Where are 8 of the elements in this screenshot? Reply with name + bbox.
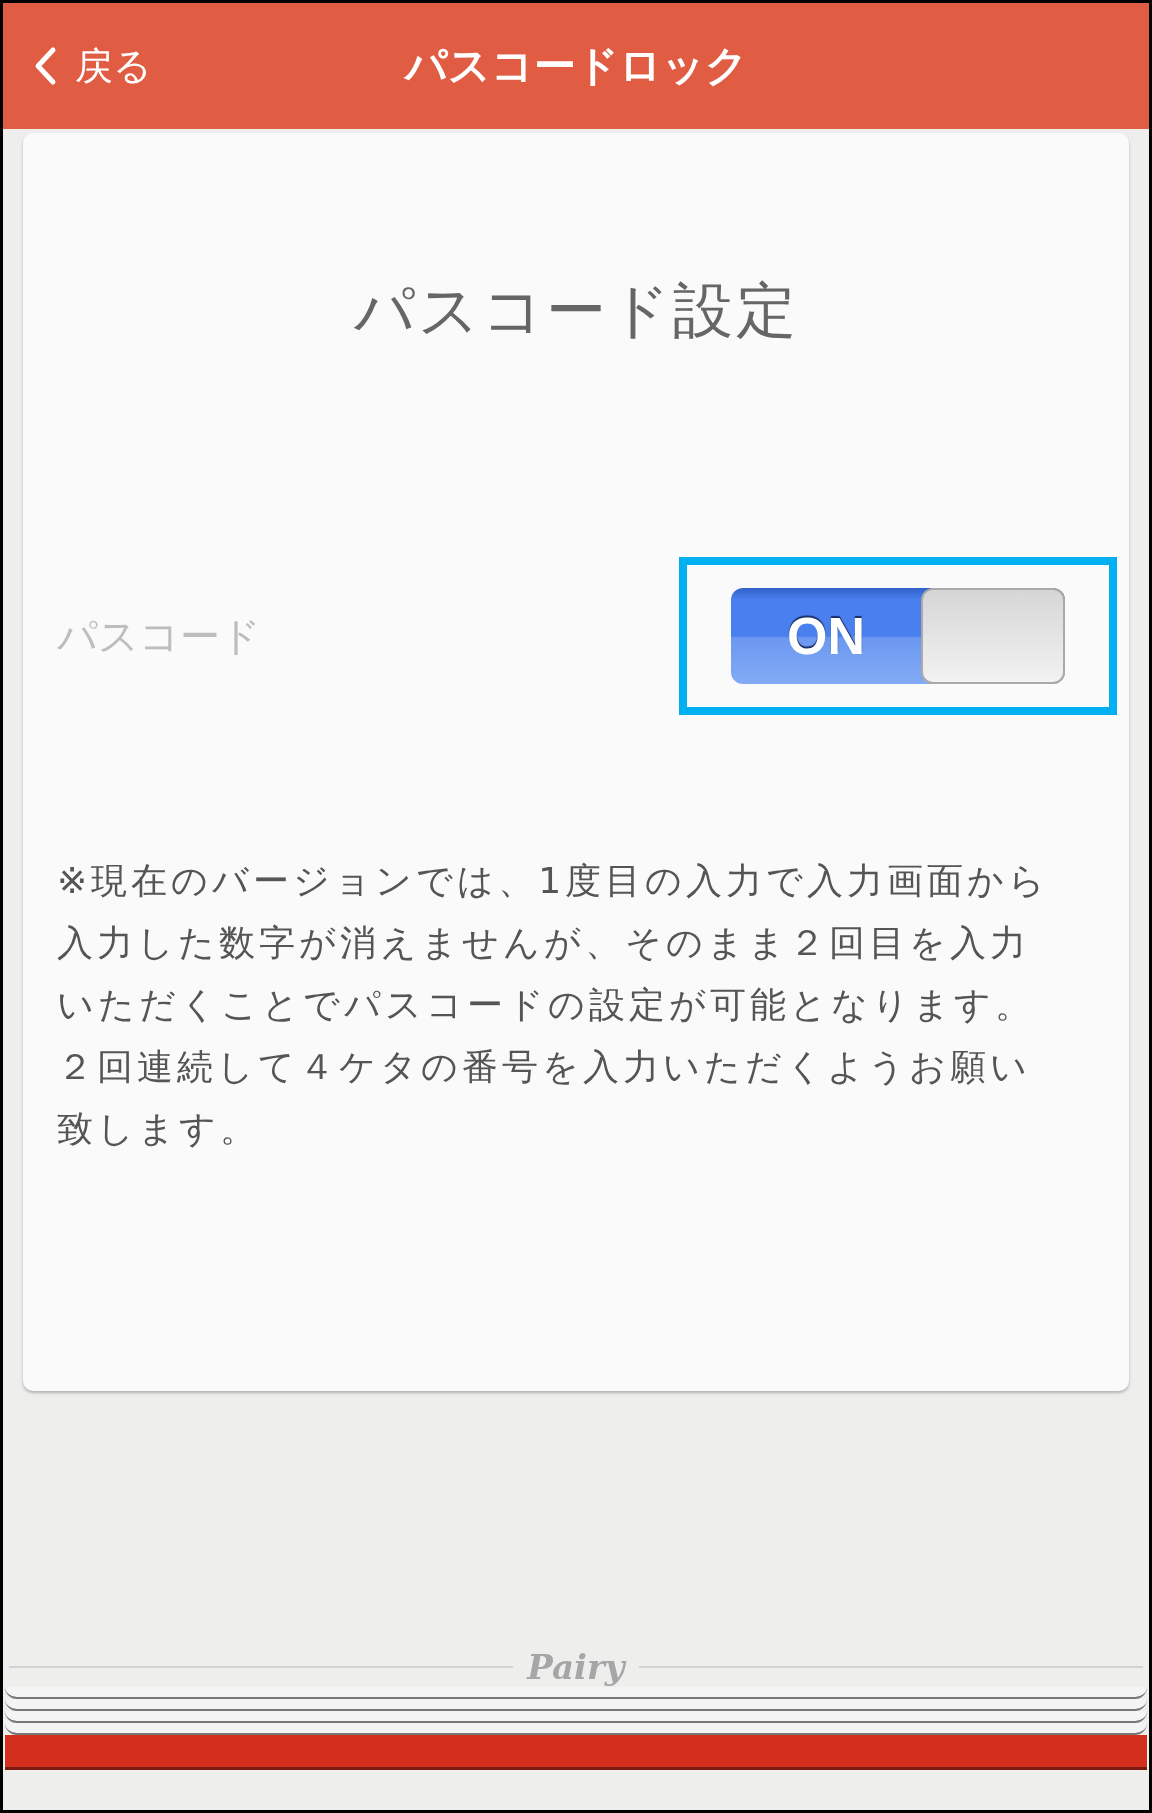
back-button[interactable]: 戻る — [33, 40, 233, 92]
section-heading: パスコード設定 — [352, 274, 800, 347]
brand-logo: Pairy — [527, 1647, 625, 1687]
back-chevron-icon — [33, 46, 57, 86]
toggle-switch[interactable]: ON — [731, 588, 1065, 684]
screen-title: パスコードロック — [402, 40, 749, 92]
note-paragraph: ※現在のバージョンでは、1度目の入力で入力画面から入力した数字が消えませんが、そのまま２回目を入力いただくことでパスコードの設定が可能となります。２回連続して４ケタの番号を入力いただくようお願い致します。 — [57, 859, 1051, 1151]
setting-label: パスコード — [57, 611, 261, 661]
